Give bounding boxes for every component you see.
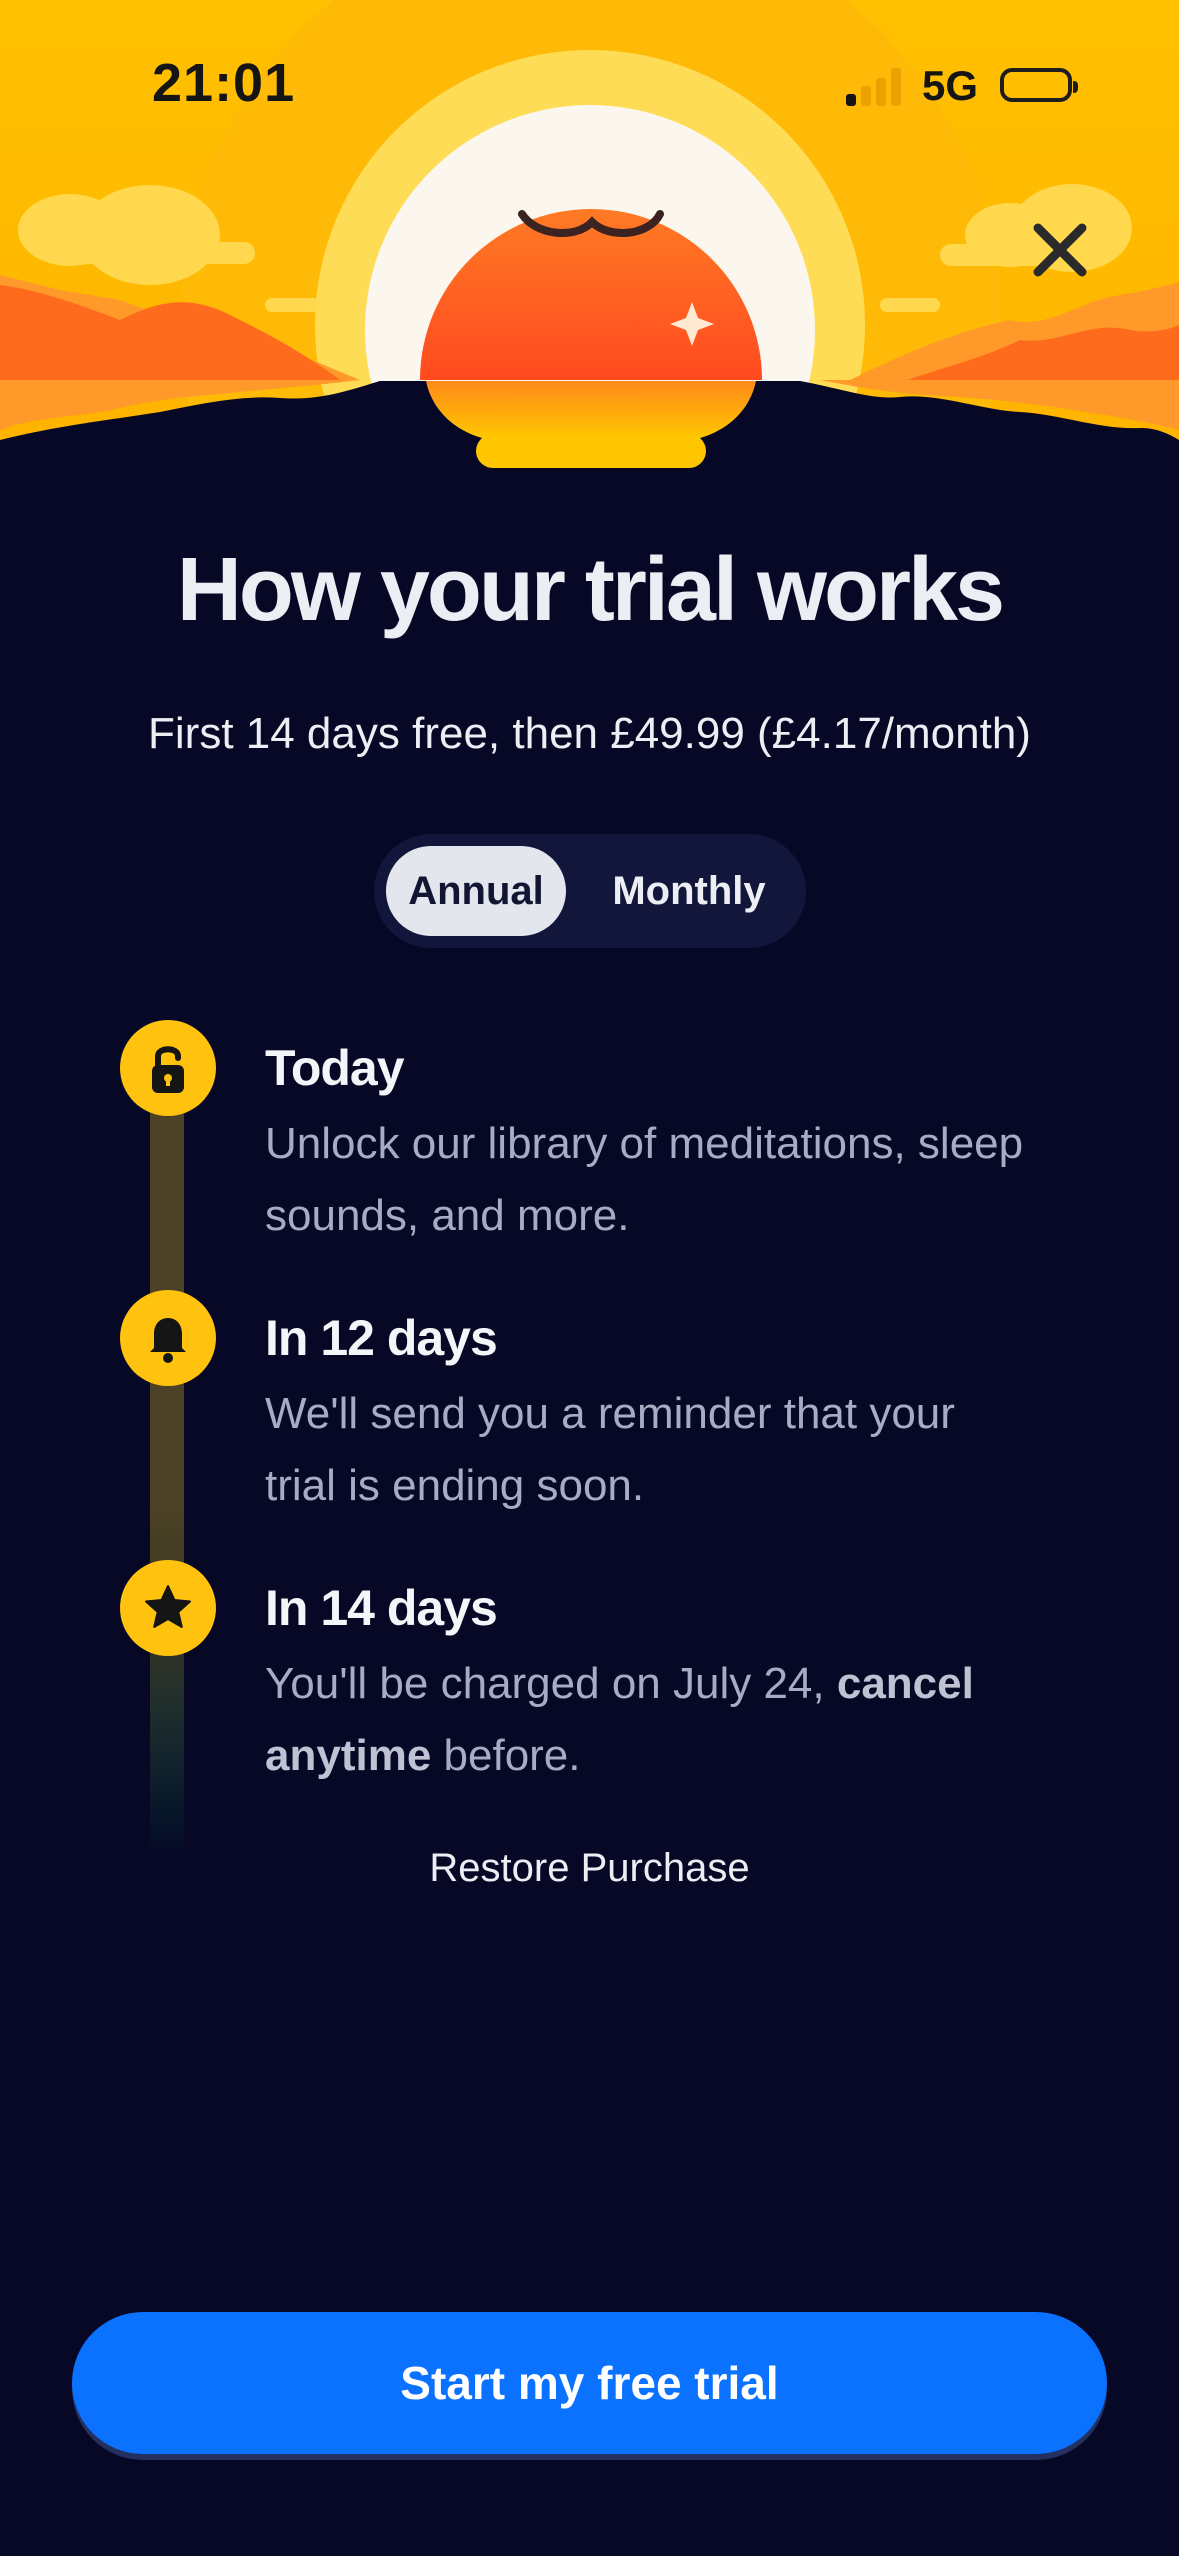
bell-icon bbox=[120, 1290, 216, 1386]
plan-toggle: Annual Monthly bbox=[374, 834, 806, 948]
step-title-today: Today bbox=[265, 1040, 405, 1096]
charge-date-text: You'll be charged on July 24, bbox=[265, 1659, 837, 1708]
step-text-today: Unlock our library of meditations, sleep… bbox=[265, 1119, 1024, 1240]
unlock-icon bbox=[120, 1020, 216, 1116]
status-bar: 21:01 5G bbox=[0, 0, 1179, 180]
step-title-day12: In 12 days bbox=[265, 1310, 498, 1366]
toggle-monthly[interactable]: Monthly bbox=[584, 846, 794, 936]
start-free-trial-button[interactable]: Start my free trial bbox=[72, 2312, 1107, 2454]
before-text: before. bbox=[431, 1731, 581, 1780]
page-title: How your trial works bbox=[176, 540, 1005, 640]
restore-purchase-link[interactable]: Restore Purchase bbox=[0, 1846, 1179, 1891]
step-title-day14: In 14 days bbox=[265, 1580, 498, 1636]
close-button[interactable] bbox=[1020, 210, 1100, 290]
step-text-day12: We'll send you a reminder that your tria… bbox=[265, 1389, 955, 1510]
signal-bars-icon bbox=[846, 66, 904, 106]
step-text-day14: You'll be charged on July 24, cancel any… bbox=[265, 1648, 1035, 1792]
battery-icon bbox=[1000, 68, 1078, 102]
close-icon bbox=[1033, 223, 1087, 277]
pricing-subtitle: First 14 days free, then £49.99 (£4.17/m… bbox=[148, 709, 1031, 758]
status-time: 21:01 bbox=[152, 53, 296, 113]
timeline-track bbox=[150, 1068, 184, 1858]
toggle-annual[interactable]: Annual bbox=[386, 846, 566, 936]
star-icon bbox=[120, 1560, 216, 1656]
network-type: 5G bbox=[922, 62, 979, 109]
